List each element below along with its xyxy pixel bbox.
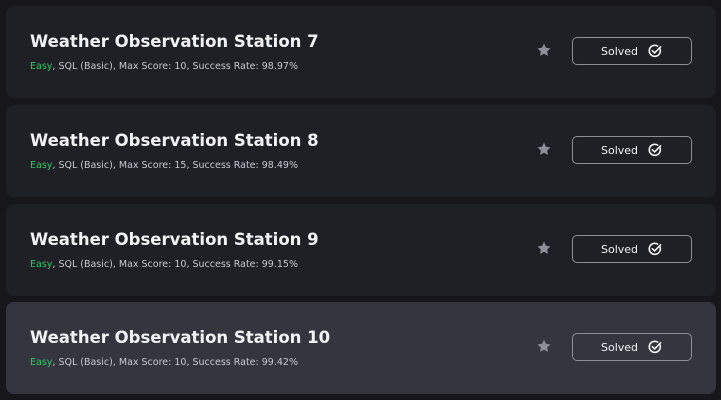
challenge-title[interactable]: Weather Observation Station 10 [30,328,330,347]
challenge-meta: Easy, SQL (Basic), Max Score: 10, Succes… [30,357,298,368]
star-icon[interactable] [536,240,552,256]
challenge-details: , SQL (Basic), Max Score: 10, Success Ra… [52,357,298,368]
solved-button[interactable]: Solved [572,235,692,263]
solved-button[interactable]: Solved [572,333,692,361]
check-circle-icon [648,44,662,58]
solved-label: Solved [600,44,639,58]
solved-label: Solved [600,340,639,354]
challenge-details: , SQL (Basic), Max Score: 10, Success Ra… [52,259,298,270]
challenge-meta: Easy, SQL (Basic), Max Score: 10, Succes… [30,259,298,270]
challenge-meta: Easy, SQL (Basic), Max Score: 10, Succes… [30,61,298,72]
difficulty-label: Easy [30,357,53,368]
challenge-title[interactable]: Weather Observation Station 8 [30,131,319,150]
star-icon[interactable] [536,338,552,354]
challenge-details: , SQL (Basic), Max Score: 10, Success Ra… [52,61,298,72]
difficulty-label: Easy [30,259,53,270]
challenge-card[interactable]: Weather Observation Station 9 Easy, SQL … [6,204,716,296]
challenge-title[interactable]: Weather Observation Station 7 [30,32,319,51]
challenge-details: , SQL (Basic), Max Score: 15, Success Ra… [52,160,298,171]
challenge-card[interactable]: Weather Observation Station 8 Easy, SQL … [6,105,716,197]
difficulty-label: Easy [30,160,53,171]
solved-label: Solved [600,143,639,157]
check-circle-icon [648,340,662,354]
solved-button[interactable]: Solved [572,136,692,164]
challenge-list: Weather Observation Station 7 Easy, SQL … [0,0,721,400]
solved-label: Solved [600,242,639,256]
challenge-title[interactable]: Weather Observation Station 9 [30,230,319,249]
solved-button[interactable]: Solved [572,37,692,65]
challenge-card[interactable]: Weather Observation Station 7 Easy, SQL … [6,6,716,98]
challenge-meta: Easy, SQL (Basic), Max Score: 15, Succes… [30,160,298,171]
check-circle-icon [648,143,662,157]
check-circle-icon [648,242,662,256]
star-icon[interactable] [536,42,552,58]
challenge-card[interactable]: Weather Observation Station 10 Easy, SQL… [6,302,716,394]
star-icon[interactable] [536,141,552,157]
difficulty-label: Easy [30,61,53,72]
